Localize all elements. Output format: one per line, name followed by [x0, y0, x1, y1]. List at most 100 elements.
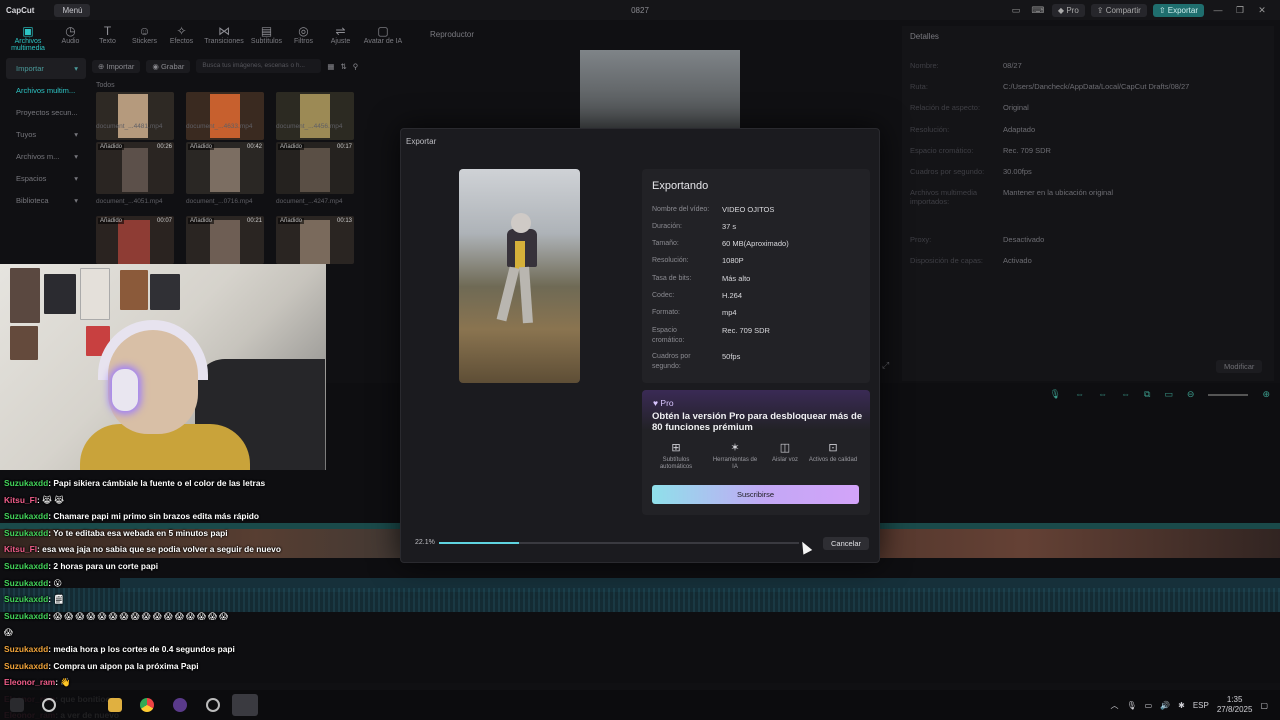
sidebar-item-files[interactable]: Archivos m... ▾ [6, 146, 86, 167]
tool-filters[interactable]: ◎ Filtros [285, 20, 322, 52]
pro-button[interactable]: ◆ Pro [1051, 3, 1085, 17]
chevron-down-icon: ▾ [74, 152, 78, 161]
tool-captions[interactable]: ▤ Subtítulos [248, 20, 285, 52]
close-icon[interactable]: ✕ [1254, 5, 1270, 16]
record-button[interactable]: ◉ Grabar [146, 59, 191, 73]
thumb-name: document_...4456.mp4 [276, 123, 343, 130]
file-explorer-icon[interactable] [108, 698, 122, 712]
share-button[interactable]: ⇪ Compartir [1090, 3, 1147, 17]
media-thumb[interactable]: Añadido 00:26 [96, 142, 174, 194]
notification-icon[interactable]: ▢ [1260, 701, 1268, 710]
chat-text: : Papi sikiera cámbiale la fuente o el c… [48, 478, 266, 488]
pro-feature: ✶ Herramientas de IA [710, 442, 760, 471]
microphone-icon[interactable]: 🎙 [1050, 389, 1061, 400]
media-thumb[interactable]: Añadido 00:07 [96, 216, 174, 264]
start-icon[interactable] [10, 698, 24, 712]
minimize-icon[interactable]: — [1210, 5, 1226, 15]
network-icon[interactable]: ▭ [1145, 701, 1153, 710]
tool-ai-avatar[interactable]: ▢ Avatar de IA [359, 20, 407, 52]
share-icon: ⇪ [1096, 5, 1104, 15]
export-info-key: Duración: [652, 223, 682, 230]
chat-text: : Yo te editaba esa webada en 5 minutos … [48, 527, 228, 538]
clock[interactable]: 1:35 27/8/2025 [1217, 695, 1253, 715]
language-indicator[interactable]: ESP [1193, 701, 1209, 710]
wall-poster [10, 326, 38, 360]
export-info-value: H.264 [722, 291, 743, 300]
app-icon[interactable] [206, 698, 220, 712]
record-label: Grabar [160, 61, 185, 71]
voice-icon: ◫ [779, 442, 791, 454]
shortcut-icon[interactable]: ⌨ [1030, 5, 1046, 16]
fullscreen-icon[interactable]: ⤢ [882, 360, 889, 371]
thumb-duration: 00:42 [246, 144, 262, 150]
caption-icon[interactable]: ▭ [1164, 389, 1173, 400]
filter-icon[interactable]: ⚲ [353, 62, 359, 71]
zoom-slider[interactable] [1208, 394, 1249, 396]
sidebar-item-yours[interactable]: Tuyos ▾ [6, 124, 86, 145]
detail-row: Resolución: Adaptado [910, 125, 1270, 134]
transitions-icon: ⋈ [218, 24, 230, 38]
sort-icon[interactable]: ⇅ [340, 62, 346, 71]
modify-button[interactable]: Modificar [1216, 360, 1263, 373]
thumb-image [210, 148, 240, 192]
player-preview[interactable] [580, 50, 740, 130]
detail-value: Activado [1003, 256, 1032, 265]
microphone-icon[interactable]: 🎙 [1126, 701, 1136, 710]
chrome-icon[interactable] [140, 698, 154, 712]
media-thumb[interactable]: Añadido 00:13 [276, 216, 354, 264]
layout-icon[interactable]: ▭ [1008, 5, 1024, 16]
tool-adjust[interactable]: ⇌ Ajuste [322, 20, 359, 52]
export-info-row: Cuadros por segundo: 50fps [652, 352, 867, 372]
webcam-overlay [0, 264, 326, 470]
maximize-icon[interactable]: ❐ [1232, 5, 1248, 16]
split-icon[interactable]: ⧉ [1144, 389, 1150, 400]
effects-icon: ✧ [176, 24, 187, 38]
chat-message: Suzukaxdd: 😮 [4, 578, 62, 588]
search-icon[interactable] [42, 698, 56, 712]
media-thumb[interactable] [96, 92, 174, 140]
obs-icon[interactable] [173, 698, 187, 712]
snap-icon[interactable]: ⇔ [1121, 389, 1130, 400]
zoom-out-icon[interactable]: ⊖ [1187, 389, 1195, 400]
export-preview-thumbnail [459, 169, 580, 383]
sidebar-item-spaces[interactable]: Espacios ▾ [6, 168, 86, 189]
link-icon[interactable]: ⇔ [1075, 389, 1084, 400]
media-thumb[interactable] [186, 92, 264, 140]
export-info-row: Espacio cromático: Rec. 709 SDR [652, 326, 867, 346]
sidebar-item-media-files[interactable]: Archivos multim... [6, 80, 86, 101]
added-badge: Añadido [278, 218, 305, 224]
adjust-icon: ⇌ [335, 24, 346, 38]
media-thumb[interactable] [276, 92, 354, 140]
sidebar-item-library[interactable]: Biblioteca ▾ [6, 190, 86, 211]
volume-icon[interactable]: 🔊 [1160, 701, 1170, 710]
export-button[interactable]: ⇧ Exportar [1152, 3, 1204, 17]
export-info-value: VIDEO OJITOS [722, 205, 775, 214]
media-thumb[interactable]: Añadido 00:17 [276, 142, 354, 194]
sidebar-item-secondary-projects[interactable]: Proyectos secun... [6, 102, 86, 123]
capcut-taskbar-icon[interactable] [232, 694, 258, 716]
tool-effects[interactable]: ✧ Efectos [163, 20, 200, 52]
tool-media[interactable]: ▣ Archivos multimedia [4, 20, 52, 53]
grid-view-icon[interactable]: ▦ [327, 62, 334, 71]
tool-text[interactable]: T Texto [89, 20, 126, 52]
media-thumb[interactable]: Añadido 00:21 [186, 216, 264, 264]
sidebar-item-import[interactable]: Importar ▾ [6, 58, 86, 79]
tool-stickers[interactable]: ☺ Stickers [126, 20, 163, 52]
tool-audio[interactable]: ◷ Audio [52, 20, 89, 52]
zoom-in-icon[interactable]: ⊕ [1262, 389, 1270, 400]
subscribe-button[interactable]: Suscribirse [652, 485, 859, 504]
chevron-up-icon[interactable]: ︿ [1110, 700, 1118, 711]
chat-message: Kitsu_Fl: esa wea jaja no sabia que se p… [4, 544, 281, 554]
magnet-icon[interactable]: ⇔ [1098, 389, 1107, 400]
menu-button[interactable]: Menú [54, 3, 91, 17]
media-thumb[interactable]: Añadido 00:42 [186, 142, 264, 194]
detail-row: Nombre: 08/27 [910, 61, 1270, 70]
media-search-input[interactable]: Busca tus imágenes, escenas o h... [196, 59, 322, 73]
thumb-image [210, 94, 240, 138]
detail-key: Resolución: [910, 125, 950, 134]
bluetooth-icon[interactable]: ✱ [1178, 701, 1185, 710]
import-button[interactable]: ⊕ Importar [92, 59, 141, 73]
cancel-button[interactable]: Cancelar [823, 537, 869, 550]
detail-value: 30.00fps [1003, 167, 1032, 176]
tool-transitions[interactable]: ⋈ Transiciones [200, 20, 248, 52]
